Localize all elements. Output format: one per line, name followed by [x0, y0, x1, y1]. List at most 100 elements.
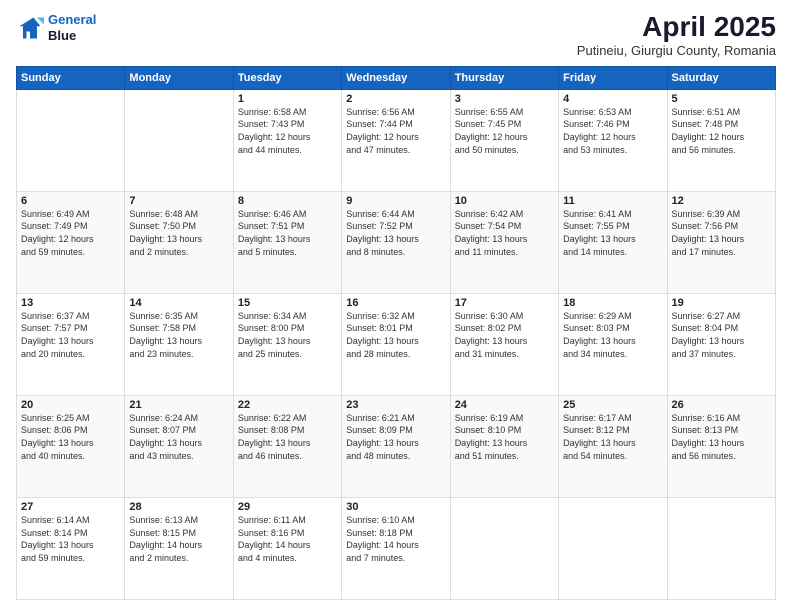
day-number: 27 — [21, 501, 120, 513]
day-number: 3 — [455, 93, 554, 105]
day-info: Sunrise: 6:19 AM Sunset: 8:10 PM Dayligh… — [455, 412, 554, 462]
day-info: Sunrise: 6:42 AM Sunset: 7:54 PM Dayligh… — [455, 208, 554, 258]
calendar-cell: 19Sunrise: 6:27 AM Sunset: 8:04 PM Dayli… — [667, 293, 775, 395]
calendar-day-header: Friday — [559, 66, 667, 89]
calendar-cell: 21Sunrise: 6:24 AM Sunset: 8:07 PM Dayli… — [125, 395, 233, 497]
page: General Blue April 2025 Putineiu, Giurgi… — [0, 0, 792, 612]
calendar-cell: 15Sunrise: 6:34 AM Sunset: 8:00 PM Dayli… — [233, 293, 341, 395]
day-info: Sunrise: 6:56 AM Sunset: 7:44 PM Dayligh… — [346, 106, 445, 156]
day-info: Sunrise: 6:27 AM Sunset: 8:04 PM Dayligh… — [672, 310, 771, 360]
calendar-day-header: Tuesday — [233, 66, 341, 89]
day-info: Sunrise: 6:58 AM Sunset: 7:43 PM Dayligh… — [238, 106, 337, 156]
day-number: 8 — [238, 195, 337, 207]
day-info: Sunrise: 6:25 AM Sunset: 8:06 PM Dayligh… — [21, 412, 120, 462]
day-info: Sunrise: 6:44 AM Sunset: 7:52 PM Dayligh… — [346, 208, 445, 258]
day-info: Sunrise: 6:49 AM Sunset: 7:49 PM Dayligh… — [21, 208, 120, 258]
day-number: 13 — [21, 297, 120, 309]
day-info: Sunrise: 6:35 AM Sunset: 7:58 PM Dayligh… — [129, 310, 228, 360]
day-info: Sunrise: 6:24 AM Sunset: 8:07 PM Dayligh… — [129, 412, 228, 462]
day-number: 24 — [455, 399, 554, 411]
calendar-cell: 11Sunrise: 6:41 AM Sunset: 7:55 PM Dayli… — [559, 191, 667, 293]
calendar-cell: 3Sunrise: 6:55 AM Sunset: 7:45 PM Daylig… — [450, 89, 558, 191]
calendar-cell — [450, 497, 558, 599]
day-info: Sunrise: 6:39 AM Sunset: 7:56 PM Dayligh… — [672, 208, 771, 258]
day-number: 7 — [129, 195, 228, 207]
day-info: Sunrise: 6:55 AM Sunset: 7:45 PM Dayligh… — [455, 106, 554, 156]
calendar-cell: 2Sunrise: 6:56 AM Sunset: 7:44 PM Daylig… — [342, 89, 450, 191]
day-number: 18 — [563, 297, 662, 309]
calendar-cell — [17, 89, 125, 191]
day-info: Sunrise: 6:14 AM Sunset: 8:14 PM Dayligh… — [21, 514, 120, 564]
day-info: Sunrise: 6:30 AM Sunset: 8:02 PM Dayligh… — [455, 310, 554, 360]
day-info: Sunrise: 6:37 AM Sunset: 7:57 PM Dayligh… — [21, 310, 120, 360]
calendar-cell: 23Sunrise: 6:21 AM Sunset: 8:09 PM Dayli… — [342, 395, 450, 497]
day-info: Sunrise: 6:41 AM Sunset: 7:55 PM Dayligh… — [563, 208, 662, 258]
calendar-cell: 27Sunrise: 6:14 AM Sunset: 8:14 PM Dayli… — [17, 497, 125, 599]
day-info: Sunrise: 6:10 AM Sunset: 8:18 PM Dayligh… — [346, 514, 445, 564]
calendar-cell: 20Sunrise: 6:25 AM Sunset: 8:06 PM Dayli… — [17, 395, 125, 497]
calendar-cell: 16Sunrise: 6:32 AM Sunset: 8:01 PM Dayli… — [342, 293, 450, 395]
calendar-cell — [559, 497, 667, 599]
day-number: 2 — [346, 93, 445, 105]
day-info: Sunrise: 6:16 AM Sunset: 8:13 PM Dayligh… — [672, 412, 771, 462]
calendar-body: 1Sunrise: 6:58 AM Sunset: 7:43 PM Daylig… — [17, 89, 776, 599]
day-number: 28 — [129, 501, 228, 513]
calendar-cell: 7Sunrise: 6:48 AM Sunset: 7:50 PM Daylig… — [125, 191, 233, 293]
calendar-cell: 22Sunrise: 6:22 AM Sunset: 8:08 PM Dayli… — [233, 395, 341, 497]
calendar-cell: 28Sunrise: 6:13 AM Sunset: 8:15 PM Dayli… — [125, 497, 233, 599]
day-info: Sunrise: 6:13 AM Sunset: 8:15 PM Dayligh… — [129, 514, 228, 564]
day-info: Sunrise: 6:34 AM Sunset: 8:00 PM Dayligh… — [238, 310, 337, 360]
day-number: 16 — [346, 297, 445, 309]
header: General Blue April 2025 Putineiu, Giurgi… — [16, 12, 776, 58]
calendar-week-row: 13Sunrise: 6:37 AM Sunset: 7:57 PM Dayli… — [17, 293, 776, 395]
day-number: 17 — [455, 297, 554, 309]
calendar-table: SundayMondayTuesdayWednesdayThursdayFrid… — [16, 66, 776, 600]
calendar-cell: 5Sunrise: 6:51 AM Sunset: 7:48 PM Daylig… — [667, 89, 775, 191]
day-number: 22 — [238, 399, 337, 411]
calendar-cell: 1Sunrise: 6:58 AM Sunset: 7:43 PM Daylig… — [233, 89, 341, 191]
day-number: 30 — [346, 501, 445, 513]
day-info: Sunrise: 6:48 AM Sunset: 7:50 PM Dayligh… — [129, 208, 228, 258]
calendar-week-row: 20Sunrise: 6:25 AM Sunset: 8:06 PM Dayli… — [17, 395, 776, 497]
page-subtitle: Putineiu, Giurgiu County, Romania — [577, 43, 776, 58]
calendar-cell: 4Sunrise: 6:53 AM Sunset: 7:46 PM Daylig… — [559, 89, 667, 191]
day-number: 14 — [129, 297, 228, 309]
day-number: 10 — [455, 195, 554, 207]
day-number: 26 — [672, 399, 771, 411]
calendar-cell: 25Sunrise: 6:17 AM Sunset: 8:12 PM Dayli… — [559, 395, 667, 497]
logo-text: General Blue — [48, 12, 96, 43]
day-number: 12 — [672, 195, 771, 207]
calendar-day-header: Saturday — [667, 66, 775, 89]
calendar-cell — [667, 497, 775, 599]
calendar-cell: 13Sunrise: 6:37 AM Sunset: 7:57 PM Dayli… — [17, 293, 125, 395]
day-number: 1 — [238, 93, 337, 105]
calendar-week-row: 27Sunrise: 6:14 AM Sunset: 8:14 PM Dayli… — [17, 497, 776, 599]
calendar-cell: 10Sunrise: 6:42 AM Sunset: 7:54 PM Dayli… — [450, 191, 558, 293]
calendar-day-header: Monday — [125, 66, 233, 89]
logo-icon — [16, 14, 44, 42]
day-number: 9 — [346, 195, 445, 207]
day-info: Sunrise: 6:53 AM Sunset: 7:46 PM Dayligh… — [563, 106, 662, 156]
day-number: 25 — [563, 399, 662, 411]
calendar-week-row: 6Sunrise: 6:49 AM Sunset: 7:49 PM Daylig… — [17, 191, 776, 293]
day-number: 5 — [672, 93, 771, 105]
calendar-cell: 30Sunrise: 6:10 AM Sunset: 8:18 PM Dayli… — [342, 497, 450, 599]
day-info: Sunrise: 6:11 AM Sunset: 8:16 PM Dayligh… — [238, 514, 337, 564]
calendar-cell: 12Sunrise: 6:39 AM Sunset: 7:56 PM Dayli… — [667, 191, 775, 293]
calendar-day-header: Thursday — [450, 66, 558, 89]
day-number: 19 — [672, 297, 771, 309]
day-number: 15 — [238, 297, 337, 309]
page-title: April 2025 — [577, 12, 776, 43]
day-info: Sunrise: 6:17 AM Sunset: 8:12 PM Dayligh… — [563, 412, 662, 462]
calendar-cell: 17Sunrise: 6:30 AM Sunset: 8:02 PM Dayli… — [450, 293, 558, 395]
logo: General Blue — [16, 12, 96, 43]
calendar-header-row: SundayMondayTuesdayWednesdayThursdayFrid… — [17, 66, 776, 89]
day-number: 4 — [563, 93, 662, 105]
day-number: 23 — [346, 399, 445, 411]
calendar-cell: 18Sunrise: 6:29 AM Sunset: 8:03 PM Dayli… — [559, 293, 667, 395]
day-info: Sunrise: 6:32 AM Sunset: 8:01 PM Dayligh… — [346, 310, 445, 360]
day-info: Sunrise: 6:51 AM Sunset: 7:48 PM Dayligh… — [672, 106, 771, 156]
calendar-week-row: 1Sunrise: 6:58 AM Sunset: 7:43 PM Daylig… — [17, 89, 776, 191]
title-block: April 2025 Putineiu, Giurgiu County, Rom… — [577, 12, 776, 58]
calendar-cell: 29Sunrise: 6:11 AM Sunset: 8:16 PM Dayli… — [233, 497, 341, 599]
